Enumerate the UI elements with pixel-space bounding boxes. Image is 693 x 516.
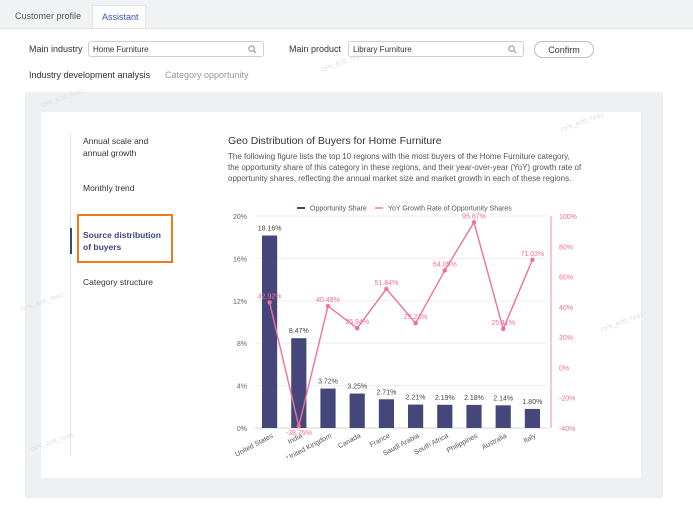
y-left-tick-label: 12% xyxy=(233,299,247,306)
growth-value-label: 95.87% xyxy=(462,213,486,220)
main-industry-label: Main industry xyxy=(29,44,83,54)
legend-line-label: YoY Growth Rate of Opportunity Shares xyxy=(388,206,512,213)
bar-value-label: 2.71% xyxy=(376,389,396,396)
y-right-tick-label: -20% xyxy=(559,396,575,403)
bar xyxy=(378,399,394,428)
growth-point xyxy=(501,326,506,332)
growth-value-label: 25.41% xyxy=(491,320,515,327)
growth-value-label: 42.92% xyxy=(258,293,282,300)
bar-value-label: 3.25% xyxy=(347,384,367,391)
bar xyxy=(437,404,453,428)
growth-point xyxy=(296,423,301,429)
bar xyxy=(524,408,540,428)
search-icon[interactable] xyxy=(248,45,257,54)
growth-value-label: -38.75% xyxy=(286,430,312,437)
bar xyxy=(466,404,482,428)
main-product-label: Main product xyxy=(289,44,342,54)
y-right-tick-label: 0% xyxy=(559,365,569,372)
bar-value-label: 1.80% xyxy=(522,399,542,406)
growth-point xyxy=(413,320,418,326)
section-title: Geo Distribution of Buyers for Home Furn… xyxy=(228,135,442,147)
tab-assistant[interactable]: Assistant xyxy=(92,5,146,28)
growth-value-label: 71.03% xyxy=(521,251,545,258)
bar-value-label: 2.19% xyxy=(435,395,455,402)
growth-point xyxy=(267,300,272,305)
growth-point xyxy=(325,303,331,309)
x-tick-label: Australia xyxy=(481,433,508,452)
y-right-tick-label: -40% xyxy=(559,426,575,433)
growth-value-label: 29.23% xyxy=(404,314,428,321)
main-industry-input[interactable] xyxy=(93,43,243,55)
section-description: The following figure lists the top 10 re… xyxy=(228,152,582,183)
sidebar-item-source-distribution[interactable]: Source distribution of buyers xyxy=(83,229,163,253)
growth-point xyxy=(530,257,535,263)
bar-value-label: 3.72% xyxy=(318,379,338,386)
bar xyxy=(320,388,336,428)
y-left-tick-label: 0% xyxy=(237,426,247,433)
y-left-tick-label: 4% xyxy=(237,384,247,391)
top-tab-bar: Customer profile Assistant xyxy=(0,0,693,29)
bar-value-label: 2.21% xyxy=(406,395,426,402)
y-right-tick-label: 80% xyxy=(559,244,573,251)
sidebar-active-indicator xyxy=(70,228,72,254)
growth-point xyxy=(471,220,477,225)
y-right-tick-label: 20% xyxy=(559,335,573,342)
bar xyxy=(349,393,365,428)
y-right-tick-label: 40% xyxy=(559,305,573,312)
sidebar-item-category-structure[interactable]: Category structure xyxy=(83,276,163,288)
search-icon[interactable] xyxy=(508,45,517,54)
bar xyxy=(408,404,424,428)
subtab-category-opportunity[interactable]: Category opportunity xyxy=(165,70,249,80)
bar-value-label: 2.18% xyxy=(464,395,484,402)
bar-value-label: 2.14% xyxy=(493,395,513,402)
confirm-button[interactable]: Confirm xyxy=(534,41,594,58)
geo-distribution-chart: 0% 4% 8% 12% 16% 20% -40% -20% 0% 20% 40% 60% 80% 100… xyxy=(233,206,577,459)
bar-value-label: 18.16% xyxy=(258,226,282,233)
bar xyxy=(495,405,511,428)
bar xyxy=(291,338,307,428)
x-tick-label: France xyxy=(369,433,392,449)
y-left-tick-label: 16% xyxy=(233,256,247,263)
growth-value-label: 64.05% xyxy=(433,261,457,268)
y-right-tick-label: 100% xyxy=(559,214,577,221)
growth-point xyxy=(355,325,360,331)
y-left-tick-label: 20% xyxy=(233,214,247,221)
bar-value-label: 8.47% xyxy=(289,328,309,335)
main-product-field[interactable] xyxy=(348,41,524,57)
growth-value-label: 40.49% xyxy=(316,297,340,304)
x-tick-label: Philippines xyxy=(446,432,480,454)
main-product-input[interactable] xyxy=(353,43,503,55)
y-left-tick-label: 8% xyxy=(237,341,247,348)
legend-bar-label: Opportunity Share xyxy=(310,206,367,213)
x-tick-label: United States xyxy=(234,432,275,458)
x-tick-label: Italy xyxy=(523,432,538,444)
bar xyxy=(262,235,278,428)
sidebar-item-annual-scale[interactable]: Annual scale and annual growth xyxy=(83,135,163,159)
y-right-tick-label: 60% xyxy=(559,275,573,282)
growth-point xyxy=(384,286,389,292)
main-industry-field[interactable] xyxy=(88,41,264,57)
sidebar-item-monthly-trend[interactable]: Monthly trend xyxy=(83,182,163,194)
tab-customer-profile[interactable]: Customer profile xyxy=(6,5,90,28)
growth-value-label: 51.84% xyxy=(375,280,399,287)
x-tick-label: Canada xyxy=(337,433,362,451)
sidebar-track xyxy=(70,134,71,456)
growth-value-label: 25.94% xyxy=(345,319,369,326)
growth-point xyxy=(442,268,447,273)
subtab-industry-development[interactable]: Industry development analysis xyxy=(29,70,150,80)
